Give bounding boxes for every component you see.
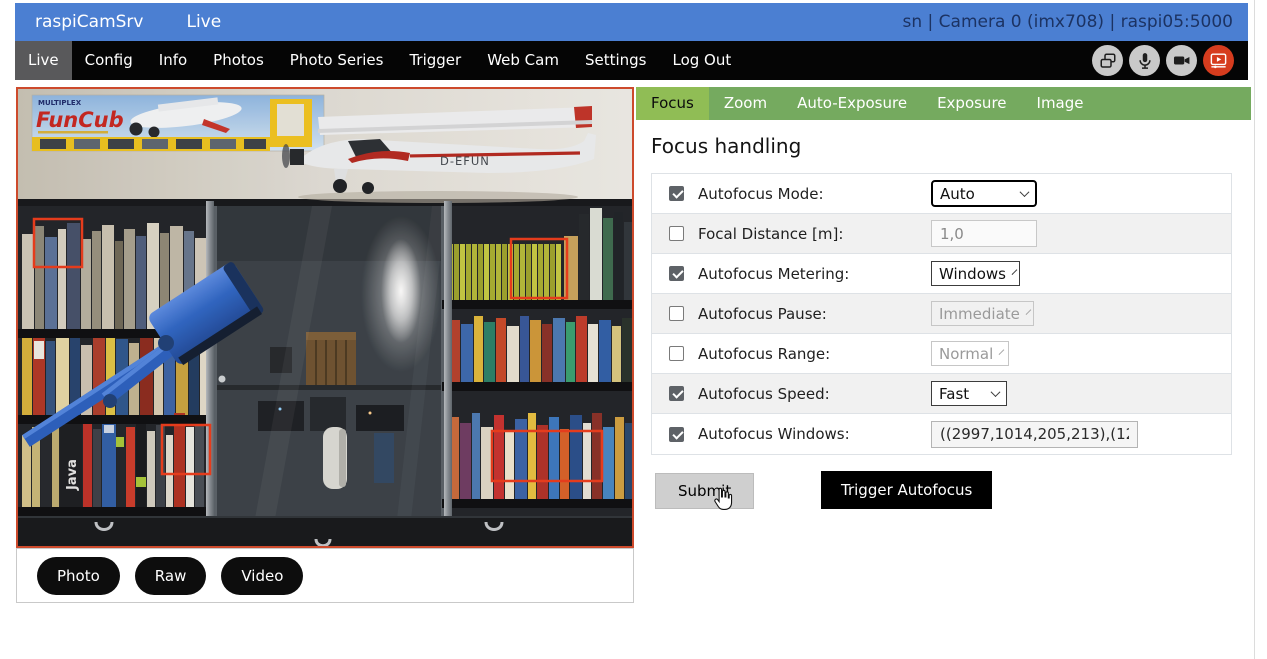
focal-distance-checkbox[interactable] <box>669 226 684 241</box>
nav-item-photo-series[interactable]: Photo Series <box>277 41 397 80</box>
row-autofocus-speed: Autofocus Speed: Fast <box>652 374 1231 414</box>
header-page-title: Live <box>186 12 221 32</box>
raw-button[interactable]: Raw <box>135 557 207 595</box>
autofocus-metering-label: Autofocus Metering: <box>698 265 931 283</box>
nav-item-photos[interactable]: Photos <box>200 41 277 80</box>
autofocus-mode-checkbox[interactable] <box>669 186 684 201</box>
submit-button[interactable]: Submit <box>655 473 754 509</box>
nav-item-info[interactable]: Info <box>146 41 200 80</box>
chevron-down-icon <box>999 349 1005 355</box>
chevron-down-icon <box>1012 269 1018 275</box>
row-focal-distance: Focal Distance [m]: <box>652 214 1231 254</box>
video-button[interactable]: Video <box>221 557 303 595</box>
page-edge-divider <box>1254 0 1255 659</box>
trigger-autofocus-button[interactable]: Trigger Autofocus <box>821 471 992 509</box>
autofocus-speed-checkbox[interactable] <box>669 386 684 401</box>
main-nav: Live Config Info Photos Photo Series Tri… <box>15 41 1248 80</box>
autofocus-metering-select[interactable]: Windows <box>931 261 1020 286</box>
tab-auto-exposure[interactable]: Auto-Exposure <box>782 87 922 120</box>
focal-distance-label: Focal Distance [m]: <box>698 225 931 243</box>
capture-button-bar: Photo Raw Video <box>16 548 634 603</box>
autofocus-pause-label: Autofocus Pause: <box>698 305 931 323</box>
row-autofocus-pause: Autofocus Pause: Immediate <box>652 294 1231 334</box>
chevron-down-icon <box>1026 309 1032 315</box>
video-camera-icon[interactable] <box>1166 45 1197 76</box>
photo-series-icon[interactable] <box>1092 45 1123 76</box>
autofocus-range-select[interactable]: Normal <box>931 341 1009 366</box>
media-player-icon[interactable] <box>1203 45 1234 76</box>
chevron-down-icon <box>1020 187 1030 197</box>
autofocus-windows-input[interactable] <box>931 421 1138 448</box>
nav-item-log-out[interactable]: Log Out <box>659 41 744 80</box>
microphone-icon[interactable] <box>1129 45 1160 76</box>
autofocus-pause-checkbox[interactable] <box>669 306 684 321</box>
autofocus-windows-checkbox[interactable] <box>669 427 684 442</box>
app-brand: raspiCamSrv <box>35 12 143 32</box>
row-autofocus-range: Autofocus Range: Normal <box>652 334 1231 374</box>
nav-item-live[interactable]: Live <box>15 41 72 80</box>
autofocus-metering-checkbox[interactable] <box>669 266 684 281</box>
autofocus-windows-label: Autofocus Windows: <box>698 425 931 443</box>
row-autofocus-windows: Autofocus Windows: <box>652 414 1231 454</box>
row-autofocus-mode: Autofocus Mode: Auto <box>652 174 1231 214</box>
settings-tab-bar: Focus Zoom Auto-Exposure Exposure Image <box>636 87 1251 120</box>
photo-button[interactable]: Photo <box>37 557 120 595</box>
nav-item-trigger[interactable]: Trigger <box>396 41 474 80</box>
chevron-down-icon <box>991 387 1001 397</box>
tab-focus[interactable]: Focus <box>636 87 709 120</box>
tab-exposure[interactable]: Exposure <box>922 87 1021 120</box>
nav-item-config[interactable]: Config <box>72 41 146 80</box>
row-autofocus-metering: Autofocus Metering: Windows <box>652 254 1231 294</box>
autofocus-speed-label: Autofocus Speed: <box>698 385 931 403</box>
autofocus-speed-select[interactable]: Fast <box>931 381 1007 406</box>
focal-distance-input[interactable] <box>931 220 1037 247</box>
app-header: raspiCamSrv Live sn | Camera 0 (imx708) … <box>15 3 1248 41</box>
nav-item-settings[interactable]: Settings <box>572 41 660 80</box>
panel-title: Focus handling <box>651 134 801 158</box>
live-camera-view[interactable]: MULTIPLEX FunCub D-EFUN <box>16 87 634 548</box>
autofocus-range-label: Autofocus Range: <box>698 345 931 363</box>
nav-icon-group <box>1092 41 1234 80</box>
autofocus-pause-select[interactable]: Immediate <box>931 301 1034 326</box>
autofocus-mode-select[interactable]: Auto <box>931 180 1037 207</box>
camera-status-text: sn | Camera 0 (imx708) | raspi05:5000 <box>903 12 1234 32</box>
tab-zoom[interactable]: Zoom <box>709 87 782 120</box>
camera-scene-svg: MULTIPLEX FunCub D-EFUN <box>18 89 632 546</box>
autofocus-mode-label: Autofocus Mode: <box>698 185 931 203</box>
autofocus-range-checkbox[interactable] <box>669 346 684 361</box>
tab-image[interactable]: Image <box>1022 87 1099 120</box>
focus-settings-table: Autofocus Mode: Auto Focal Distance [m]:… <box>651 173 1232 455</box>
nav-item-web-cam[interactable]: Web Cam <box>474 41 572 80</box>
